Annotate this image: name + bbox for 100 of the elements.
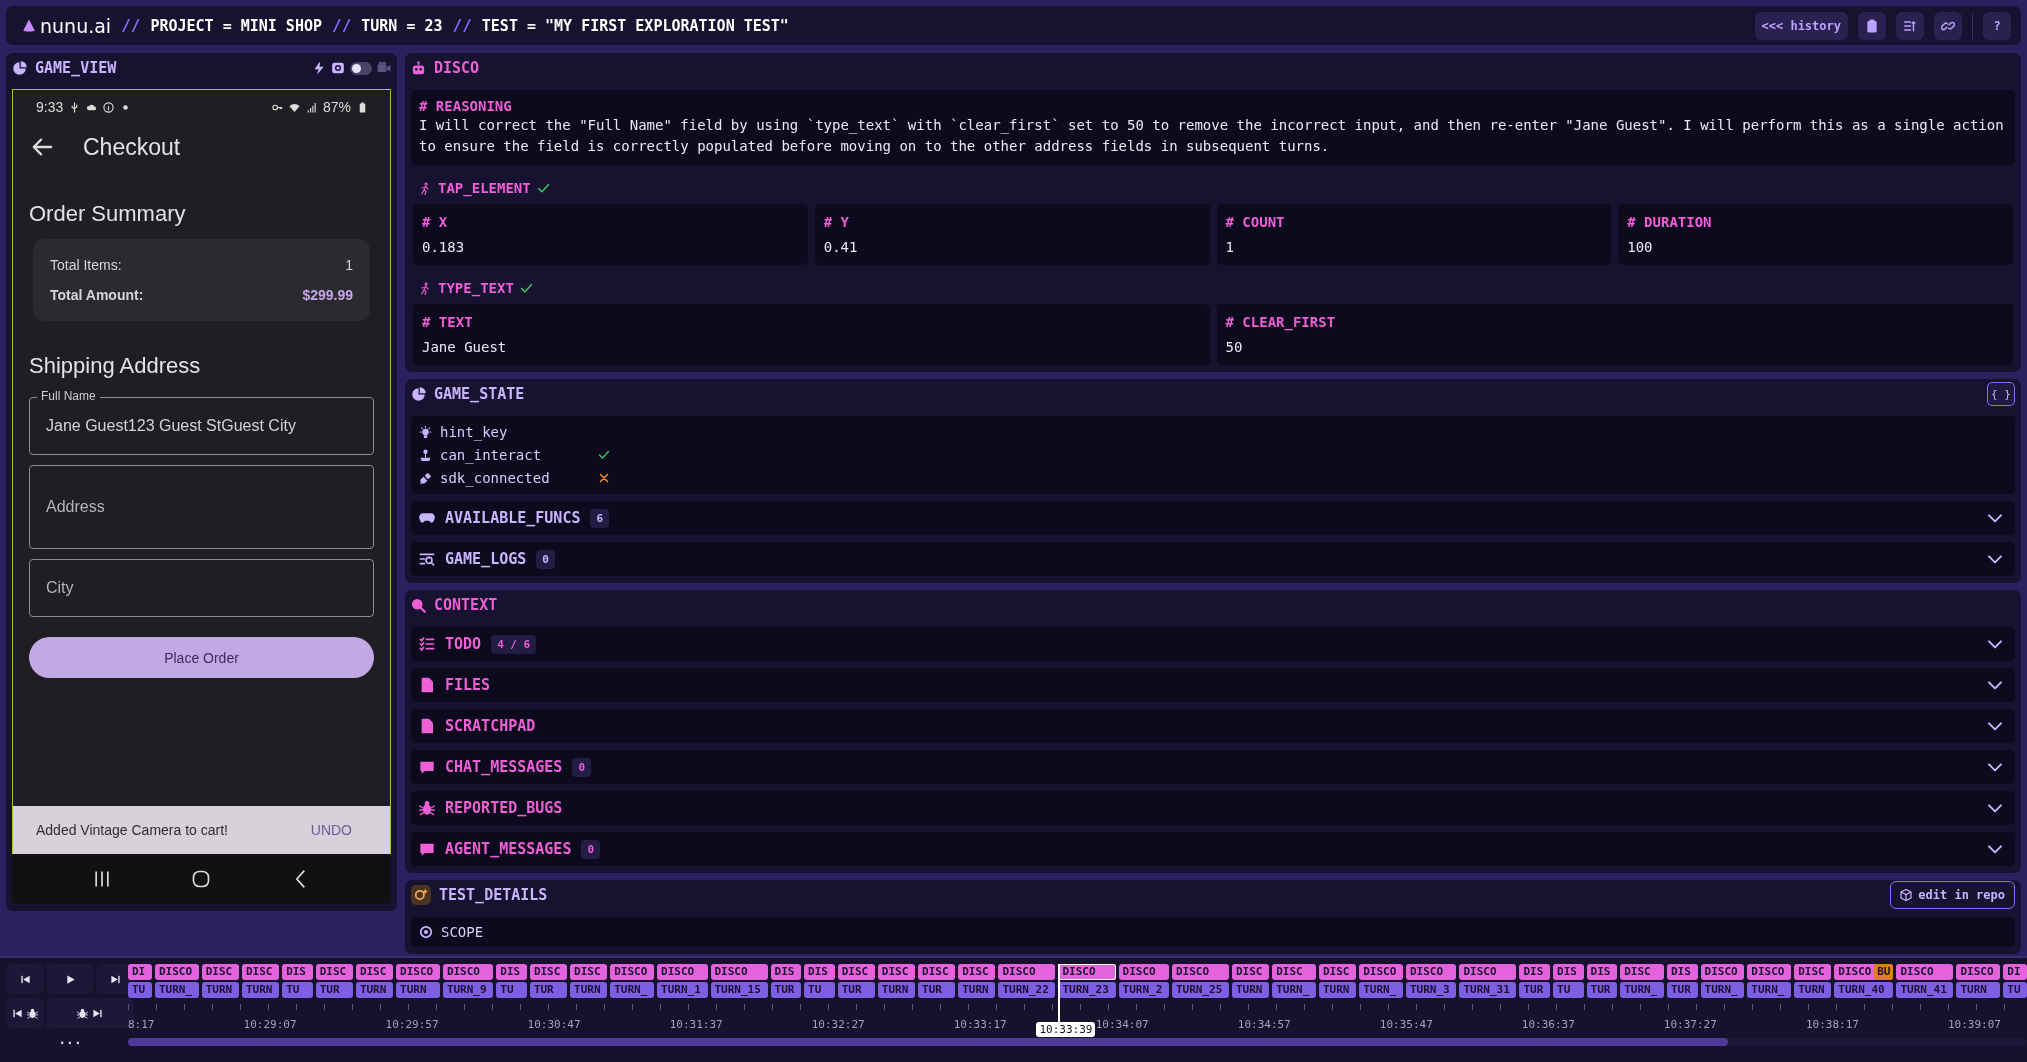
turn-chip[interactable]: TURN [201, 982, 239, 998]
agent-chip[interactable]: DISCO [1700, 964, 1745, 980]
agent-chip[interactable]: DISCO [998, 964, 1056, 980]
agent-chip[interactable]: DISC [837, 964, 875, 980]
scrollbar[interactable] [128, 1038, 2027, 1046]
json-button[interactable]: { } [1987, 382, 2015, 406]
turn-chip[interactable]: TURN_ [1359, 982, 1403, 998]
agent-chip[interactable]: DISCO [1459, 964, 1517, 980]
agent-chip[interactable]: DISCO [154, 964, 199, 980]
skip-back-button[interactable] [6, 964, 44, 994]
turn-chip[interactable]: TURN [877, 982, 916, 998]
section-row[interactable]: REPORTED_BUGS [411, 791, 2015, 825]
turn-chip[interactable]: TURN [396, 982, 440, 998]
agent-chip[interactable]: DISCO [1171, 964, 1229, 980]
agent-chip[interactable]: DISC [529, 964, 568, 980]
turn-chip[interactable]: TUR [1667, 982, 1698, 998]
previous-bug-button[interactable] [6, 998, 44, 1028]
turn-chip[interactable]: TURN_41 [1896, 982, 1954, 998]
agent-chip[interactable]: DISC [201, 964, 239, 980]
agent-chip[interactable]: DI [128, 964, 152, 980]
turn-chip[interactable]: TURN_22 [998, 982, 1056, 998]
agent-chip[interactable]: DIS [1553, 964, 1584, 980]
agent-chip[interactable]: DISC [1272, 964, 1316, 980]
turn-chip[interactable]: TURN [1319, 982, 1357, 998]
toggle-switch[interactable] [350, 61, 372, 75]
help-button[interactable]: ? [1983, 11, 2011, 40]
agent-chip[interactable]: DISCO [396, 964, 440, 980]
bug-marker[interactable]: BU [1874, 964, 1894, 980]
input-field[interactable]: Address [29, 465, 374, 549]
input-field[interactable]: City [29, 559, 374, 617]
turn-chip[interactable]: TURN [570, 982, 608, 998]
agent-chip[interactable]: DISCO [710, 964, 768, 980]
turn-chip[interactable]: TURN_9 [442, 982, 494, 998]
section-row[interactable]: FILES [411, 668, 2015, 702]
section-row[interactable]: SCRATCHPAD [411, 709, 2015, 743]
agent-chip[interactable]: DIS [282, 964, 313, 980]
agent-chip[interactable]: DI [2003, 964, 2027, 980]
turn-chip[interactable]: TU [1553, 982, 1584, 998]
agent-chip[interactable]: DISCO [1058, 964, 1116, 980]
turn-chip[interactable]: TU [496, 982, 527, 998]
section-row[interactable]: GAME_LOGS 0 [411, 542, 2015, 576]
video-camera-icon[interactable] [377, 61, 391, 75]
agent-chip[interactable]: DIS [1519, 964, 1551, 980]
turn-chip[interactable]: TURN_15 [710, 982, 768, 998]
more-button[interactable]: ... [58, 1032, 82, 1048]
agent-chip[interactable]: DISC [1232, 964, 1270, 980]
turn-chip[interactable]: TURN_ [1272, 982, 1316, 998]
place-order-button[interactable]: Place Order [29, 637, 374, 678]
turn-chip[interactable]: TUR [315, 982, 353, 998]
turn-chip[interactable]: TURN_3 [1406, 982, 1457, 998]
input-field[interactable]: Full Name Jane Guest123 Guest StGuest City [29, 389, 374, 455]
turn-chip[interactable]: TUR [770, 982, 802, 998]
agent-chip[interactable]: DISCO [1406, 964, 1457, 980]
agent-chip[interactable]: DISCO BU [1834, 964, 1894, 980]
turn-chip[interactable]: TU [2003, 982, 2027, 998]
agent-chip[interactable]: DIS [1667, 964, 1698, 980]
link-button[interactable] [1934, 11, 1962, 40]
agent-chip[interactable]: DISCO [610, 964, 655, 980]
bolt-icon[interactable] [312, 61, 326, 75]
turn-chip[interactable]: TUR [837, 982, 875, 998]
turn-chip[interactable]: TUR [1586, 982, 1618, 998]
agent-chip[interactable]: DISC [918, 964, 956, 980]
agent-chip[interactable]: DIS [804, 964, 835, 980]
turn-chip[interactable]: TURN [1956, 982, 2001, 998]
history-button[interactable]: <<< history [1754, 11, 1848, 40]
section-row[interactable]: CHAT_MESSAGES 0 [411, 750, 2015, 784]
section-row[interactable]: TODO 4 / 6 [411, 627, 2015, 661]
agent-chip[interactable]: DIS [770, 964, 802, 980]
sort-button[interactable] [1896, 11, 1924, 40]
agent-chip[interactable]: DISC [1319, 964, 1357, 980]
turn-chip[interactable]: TURN [241, 982, 280, 998]
agent-chip[interactable]: DISC [315, 964, 353, 980]
undo-link[interactable]: UNDO [310, 822, 352, 838]
turn-chip[interactable]: TUR [529, 982, 568, 998]
section-row[interactable]: AVAILABLE_FUNCS 6 [411, 501, 2015, 535]
agent-chip[interactable]: DISCO [1896, 964, 1954, 980]
agent-chip[interactable]: DISCO [1747, 964, 1792, 980]
agent-chip[interactable]: DISC [570, 964, 608, 980]
agent-chip[interactable]: DISC [877, 964, 916, 980]
agent-chip[interactable]: DISCO [1118, 964, 1169, 980]
agent-chip[interactable]: DISCO [657, 964, 708, 980]
agent-chip[interactable]: DISC [1794, 964, 1832, 980]
agent-chip[interactable]: DISC [355, 964, 394, 980]
section-row[interactable]: AGENT_MESSAGES 0 [411, 832, 2015, 866]
turn-chip[interactable]: TU [282, 982, 313, 998]
agent-chip[interactable]: DISCO [1956, 964, 2001, 980]
turn-chip[interactable]: TU [804, 982, 835, 998]
scope-row[interactable]: SCOPE [411, 917, 2015, 947]
turn-chip[interactable]: TURN [1794, 982, 1832, 998]
turn-chip[interactable]: TURN_ [610, 982, 655, 998]
agent-chip[interactable]: DISC [241, 964, 280, 980]
turn-chip[interactable]: TURN_40 [1834, 982, 1894, 998]
turn-chip[interactable]: TURN_2 [1118, 982, 1169, 998]
turn-chip[interactable]: TURN_ [1700, 982, 1745, 998]
turn-chip[interactable]: TURN_ [1747, 982, 1792, 998]
agent-chip[interactable]: DIS [496, 964, 527, 980]
turn-chip[interactable]: TUR [1519, 982, 1551, 998]
play-button[interactable] [46, 964, 94, 994]
turn-chip[interactable]: TURN_ [1620, 982, 1664, 998]
agent-chip[interactable]: DISC [1620, 964, 1664, 980]
